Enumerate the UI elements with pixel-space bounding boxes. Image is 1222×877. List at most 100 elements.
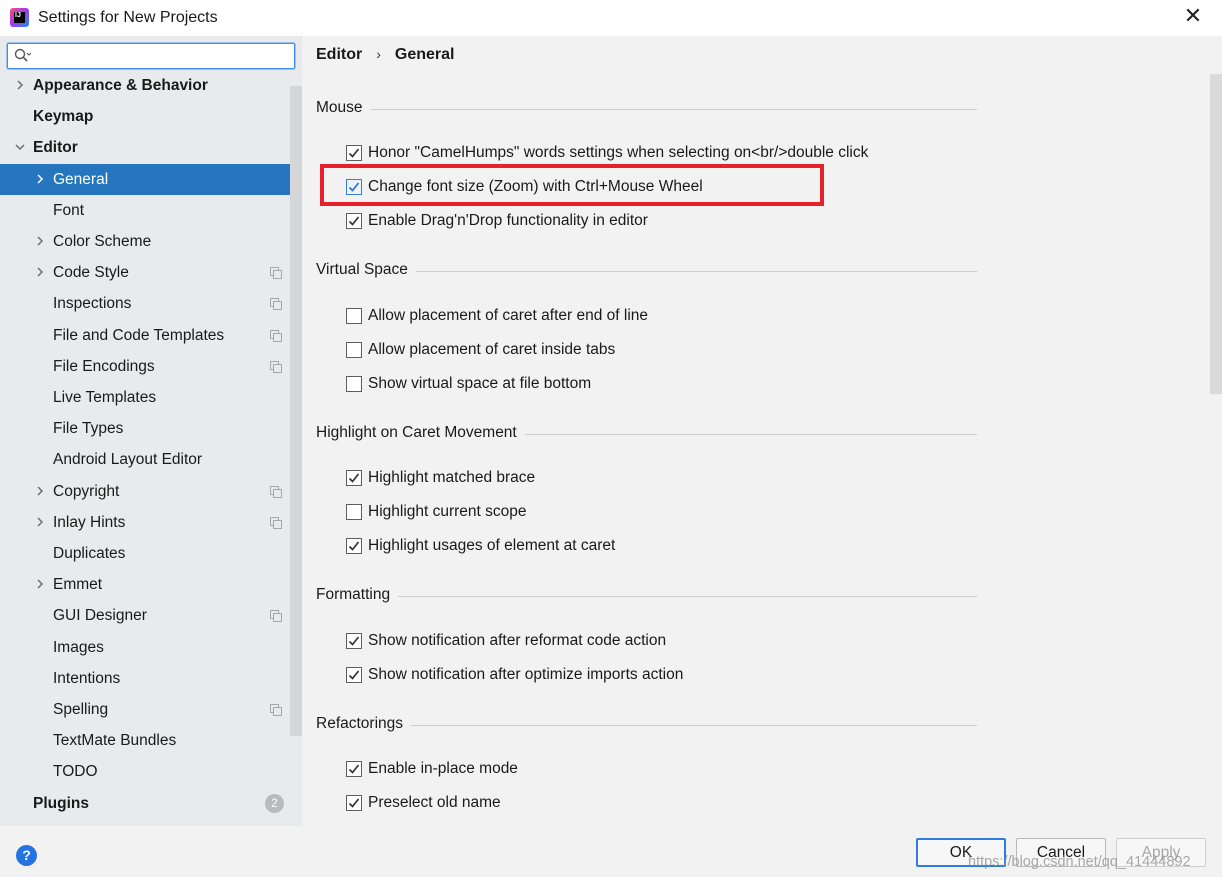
chevron-right-icon[interactable]: [35, 486, 45, 496]
sidebar-item-label: Copyright: [53, 482, 120, 500]
checkmark-icon: [348, 473, 360, 483]
section-title: Refactorings: [316, 715, 404, 732]
sidebar-item-label: Intentions: [53, 669, 121, 687]
checkmark-icon: [348, 670, 360, 680]
sidebar-item-images[interactable]: Images: [0, 632, 290, 663]
checkmark-icon: [348, 636, 360, 646]
sidebar-item-label: Color Scheme: [53, 233, 152, 250]
chevron-right-icon[interactable]: [35, 579, 45, 589]
checkbox-checked[interactable]: [346, 145, 362, 161]
project-scope-icon: [270, 360, 282, 373]
project-scope-icon: [270, 329, 282, 342]
sidebar-item-todo[interactable]: TODO: [0, 756, 290, 787]
sidebar-item-label: Duplicates: [53, 545, 126, 562]
sidebar-item-gui-designer[interactable]: GUI Designer: [0, 600, 290, 631]
search-input[interactable]: [7, 43, 295, 69]
option-label: Show notification after optimize imports…: [368, 665, 684, 683]
sidebar-item-appearance-behavior[interactable]: Appearance & Behavior: [0, 72, 290, 101]
sidebar-item-inlay-hints[interactable]: Inlay Hints: [0, 507, 290, 538]
section-divider: [398, 596, 977, 597]
breadcrumb: Editor › General: [316, 46, 454, 64]
sidebar-item-android-layout-editor[interactable]: Android Layout Editor: [0, 444, 290, 475]
chevron-right-icon[interactable]: [35, 517, 45, 527]
window-title: Settings for New Projects: [38, 9, 218, 26]
sidebar-item-code-style[interactable]: Code Style: [0, 257, 290, 288]
sidebar-item-label: Spelling: [53, 701, 109, 718]
sidebar-item-plugins[interactable]: Plugins 2: [0, 788, 290, 819]
checkbox-checked[interactable]: [346, 761, 362, 777]
sidebar-item-live-templates[interactable]: Live Templates: [0, 382, 290, 413]
sidebar-item-label: Android Layout Editor: [53, 451, 203, 469]
sidebar-item-file-encodings[interactable]: File Encodings: [0, 351, 290, 382]
breadcrumb-separator: ›: [376, 46, 381, 62]
sidebar-item-intentions[interactable]: Intentions: [0, 663, 290, 694]
option-label: Enable in-place mode: [368, 760, 518, 777]
section-divider: [411, 725, 977, 726]
sidebar-item-label: Emmet: [53, 576, 103, 594]
option-label: Show virtual space at file bottom: [368, 374, 592, 392]
option-label: Highlight current scope: [368, 502, 527, 520]
checkbox-unchecked[interactable]: [346, 308, 362, 324]
intellij-app-icon: IJ: [10, 8, 29, 27]
project-scope-icon: [270, 516, 282, 529]
app-icon-text: IJ: [15, 12, 21, 19]
chevron-right-icon[interactable]: [15, 80, 25, 90]
dialog-footer: ? OK Cancel Apply https://blog.csdn.net/…: [0, 826, 1222, 877]
option-label: Enable Drag'n'Drop functionality in edit…: [368, 211, 648, 229]
close-icon[interactable]: ✕: [1183, 6, 1203, 28]
sidebar-item-label: Appearance & Behavior: [33, 77, 208, 94]
settings-window: IJ Settings for New Projects ✕ Appearanc…: [0, 0, 1222, 877]
sidebar-item-textmate-bundles[interactable]: TextMate Bundles: [0, 725, 290, 756]
sidebar-item-color-scheme[interactable]: Color Scheme: [0, 226, 290, 257]
sidebar-item-label: Keymap: [33, 108, 94, 126]
checkbox-checked[interactable]: [346, 212, 362, 229]
project-scope-icon: [270, 267, 282, 280]
checkbox-checked[interactable]: [346, 633, 362, 649]
option-label: Highlight usages of element at caret: [368, 536, 616, 554]
sidebar-item-label: Code Style: [53, 264, 129, 282]
sidebar-item-label: General: [53, 170, 109, 188]
sidebar-item-font[interactable]: Font: [0, 195, 290, 226]
sidebar-item-general[interactable]: General: [0, 163, 290, 195]
checkbox-checked[interactable]: [346, 470, 362, 486]
chevron-down-icon[interactable]: [15, 142, 25, 152]
sidebar-scrollbar[interactable]: [290, 86, 302, 736]
section-title: Highlight on Caret Movement: [316, 424, 517, 441]
chevron-right-icon[interactable]: [35, 236, 45, 246]
sidebar-item-label: Inlay Hints: [53, 513, 126, 531]
section-title: Formatting: [316, 586, 391, 603]
option-label: Allow placement of caret after end of li…: [368, 307, 649, 324]
sidebar-item-label: Editor: [33, 139, 78, 157]
sidebar-item-label: TODO: [53, 763, 98, 781]
sidebar-item-copyright[interactable]: Copyright: [0, 476, 290, 507]
checkbox-unchecked[interactable]: [346, 503, 362, 520]
sidebar-item-file-and-code-templates[interactable]: File and Code Templates: [0, 320, 290, 351]
sidebar-item-spelling[interactable]: Spelling: [0, 694, 290, 725]
checkbox-unchecked[interactable]: [346, 341, 362, 358]
project-scope-icon: [270, 485, 282, 498]
option-label: Highlight matched brace: [368, 469, 536, 486]
chevron-right-icon[interactable]: [35, 174, 45, 184]
sidebar-item-emmet[interactable]: Emmet: [0, 569, 290, 600]
sidebar-item-duplicates[interactable]: Duplicates: [0, 538, 290, 569]
checkmark-icon: [348, 216, 360, 226]
sidebar-item-label: Images: [53, 638, 104, 656]
sidebar-item-editor[interactable]: Editor: [0, 132, 290, 163]
checkbox-unchecked[interactable]: [346, 375, 362, 392]
checkmark-icon: [348, 798, 360, 808]
checkbox-checked[interactable]: [346, 537, 362, 554]
help-button[interactable]: ?: [16, 845, 37, 866]
section-divider: [524, 434, 977, 435]
watermark-text: https://blog.csdn.net/qq_41444892: [968, 854, 1191, 870]
content-scrollbar[interactable]: [1210, 74, 1222, 394]
section-title: Mouse: [316, 99, 363, 116]
project-scope-icon: [270, 610, 282, 623]
sidebar-item-file-types[interactable]: File Types: [0, 413, 290, 444]
sidebar-item-inspections[interactable]: Inspections: [0, 288, 290, 319]
chevron-right-icon[interactable]: [35, 267, 45, 277]
checkbox-checked[interactable]: [346, 794, 362, 811]
sidebar-item-keymap[interactable]: Keymap: [0, 101, 290, 132]
breadcrumb-parent[interactable]: Editor: [316, 46, 362, 63]
checkbox-checked[interactable]: [346, 666, 362, 683]
red-highlight-annotation: [320, 164, 824, 206]
